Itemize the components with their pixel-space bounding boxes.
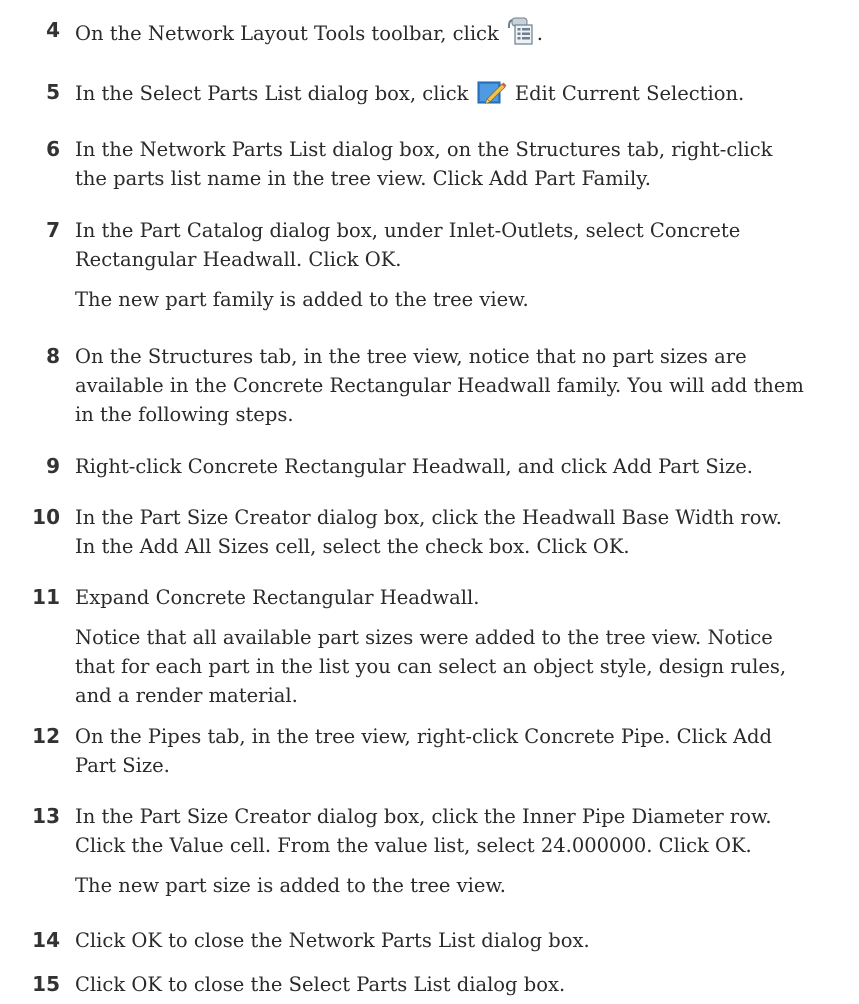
- step-number: 13: [32, 804, 60, 828]
- step-text: In the Network Parts List dialog box, on…: [75, 135, 835, 193]
- step-result-note: Notice that all available part sizes wer…: [75, 623, 835, 710]
- step-number: 8: [46, 344, 60, 368]
- step-trailing-text: .: [536, 22, 543, 45]
- note-line: and a render material.: [75, 684, 298, 707]
- step-text: In the Part Size Creator dialog box, cli…: [75, 802, 835, 860]
- step-number: 14: [32, 928, 60, 952]
- step-number: 12: [32, 724, 60, 748]
- step-line: In the Network Parts List dialog box, on…: [75, 138, 773, 161]
- note-line: Notice that all available part sizes wer…: [75, 626, 773, 649]
- step-text: On the Structures tab, in the tree view,…: [75, 342, 835, 429]
- step-text: In the Part Size Creator dialog box, cli…: [75, 503, 835, 561]
- step-text: In the Part Catalog dialog box, under In…: [75, 216, 835, 274]
- step-line: On the Network Layout Tools toolbar, cli…: [75, 16, 835, 54]
- step-line: available in the Concrete Rectangular He…: [75, 374, 804, 397]
- step-line: In the Part Size Creator dialog box, cli…: [75, 805, 772, 828]
- step-text: In the Select Parts List dialog box, cli…: [75, 78, 835, 114]
- step-text: Click OK to close the Network Parts List…: [75, 926, 835, 955]
- step-text: Right-click Concrete Rectangular Headwal…: [75, 452, 835, 481]
- step-line: In the Select Parts List dialog box, cli…: [75, 78, 835, 114]
- step-line: In the Part Catalog dialog box, under In…: [75, 219, 741, 242]
- step-line-text: On the Network Layout Tools toolbar, cli…: [75, 22, 499, 45]
- step-result-note: The new part size is added to the tree v…: [75, 874, 506, 897]
- step-number: 15: [32, 972, 60, 996]
- step-number: 11: [32, 585, 60, 609]
- step-line: Expand Concrete Rectangular Headwall.: [75, 586, 480, 609]
- step-number: 6: [46, 137, 60, 161]
- step-trailing-text: Edit Current Selection.: [514, 82, 745, 105]
- step-line: On the Pipes tab, in the tree view, righ…: [75, 725, 773, 748]
- step-line: the parts list name in the tree view. Cl…: [75, 167, 651, 190]
- step-line: Click OK to close the Select Parts List …: [75, 973, 566, 996]
- step-line: In the Add All Sizes cell, select the ch…: [75, 535, 630, 558]
- step-line: Rectangular Headwall. Click OK.: [75, 248, 402, 271]
- step-number: 9: [46, 454, 60, 478]
- step-line: Right-click Concrete Rectangular Headwal…: [75, 455, 753, 478]
- step-text: On the Pipes tab, in the tree view, righ…: [75, 722, 835, 780]
- step-number: 5: [46, 80, 60, 104]
- step-text: Click OK to close the Select Parts List …: [75, 970, 835, 999]
- note-line: that for each part in the list you can s…: [75, 655, 787, 678]
- step-line: Click OK to close the Network Parts List…: [75, 929, 590, 952]
- step-line-text: In the Select Parts List dialog box, cli…: [75, 82, 469, 105]
- step-line: in the following steps.: [75, 403, 294, 426]
- edit-pencil-icon: [477, 78, 507, 114]
- step-line: Part Size.: [75, 754, 170, 777]
- step-line: In the Part Size Creator dialog box, cli…: [75, 506, 783, 529]
- step-text: On the Network Layout Tools toolbar, cli…: [75, 16, 835, 54]
- step-number: 7: [46, 218, 60, 242]
- step-number: 4: [46, 18, 60, 42]
- step-line: On the Structures tab, in the tree view,…: [75, 345, 747, 368]
- parts-list-icon: [505, 16, 535, 54]
- step-line: Click the Value cell. From the value lis…: [75, 834, 752, 857]
- step-result-note: The new part family is added to the tree…: [75, 288, 529, 311]
- step-text: Expand Concrete Rectangular Headwall.: [75, 583, 835, 612]
- step-number: 10: [32, 505, 60, 529]
